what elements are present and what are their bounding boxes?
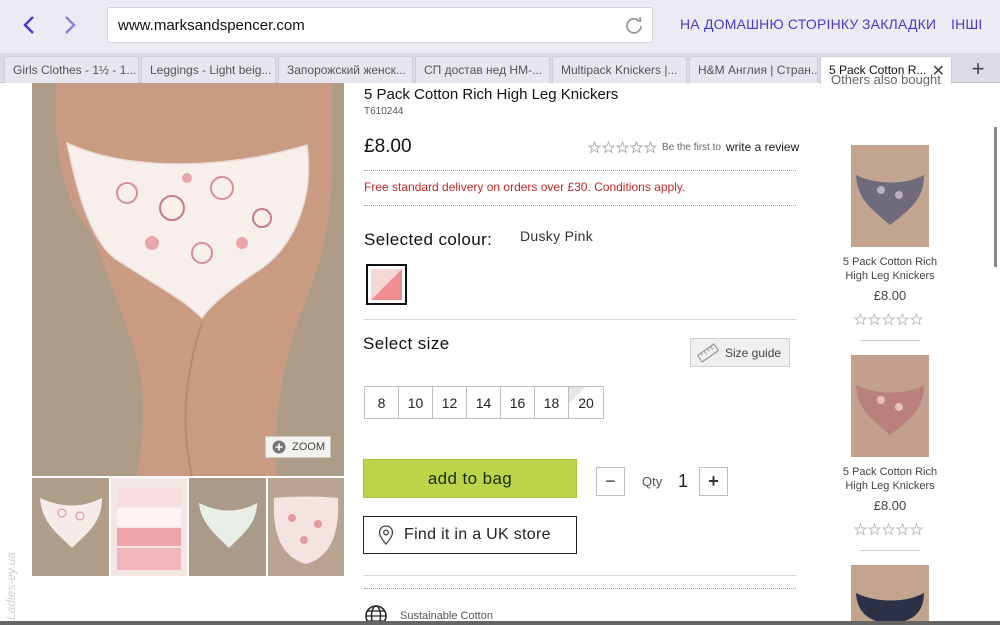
selected-colour-label: Selected colour: <box>364 230 493 249</box>
empty-stars-icon <box>838 313 942 326</box>
forward-button[interactable] <box>55 10 85 40</box>
product-photo <box>32 83 344 476</box>
delivery-notice[interactable]: Free standard delivery on orders over £3… <box>364 180 685 194</box>
divider <box>364 319 796 320</box>
tab-zaporozhsky[interactable]: Запорожский женск... <box>278 56 413 83</box>
bookmarks-link[interactable]: ЗАКЛАДКИ <box>862 16 936 32</box>
size-option-20[interactable]: 20 <box>569 387 603 418</box>
home-page-link[interactable]: НА ДОМАШНЮ СТОРІНКУ <box>680 16 859 32</box>
selected-colour-value: Dusky Pink <box>520 228 594 244</box>
thumbnail-1[interactable] <box>32 478 109 576</box>
tab-hm-england[interactable]: H&M Англия | Стран... <box>689 56 818 83</box>
divider <box>364 170 796 171</box>
size-option-12[interactable]: 12 <box>433 387 467 418</box>
recommended-product-name[interactable]: 5 Pack Cotton Rich High Leg Knickers <box>838 465 942 493</box>
also-bought-heading: Others also bought <box>831 72 941 86</box>
tab-label: Leggings - Light beig... <box>150 63 272 77</box>
find-in-store-button[interactable]: Find it in a UK store <box>363 516 577 554</box>
recommended-product-name[interactable]: 5 Pack Cotton Rich High Leg Knickers <box>838 255 942 283</box>
watermark: Ladies-ey.ua <box>4 552 18 620</box>
add-to-bag-button[interactable]: add to bag <box>363 459 577 498</box>
new-tab-button[interactable]: + <box>962 56 994 82</box>
ruler-icon <box>697 342 719 363</box>
tab-label: H&M Англия | Стран... <box>698 63 818 77</box>
thumbnail-3[interactable] <box>189 478 266 576</box>
location-pin-icon <box>378 525 394 545</box>
chevron-right-icon <box>65 16 76 34</box>
bottom-edge <box>0 621 1000 625</box>
tab-label: Запорожский женск... <box>287 63 406 77</box>
size-option-16[interactable]: 16 <box>501 387 535 418</box>
address-bar[interactable]: www.marksandspencer.com <box>107 7 653 43</box>
recommended-product-price: £8.00 <box>873 288 907 303</box>
size-guide-button[interactable]: Size guide <box>690 338 790 367</box>
reload-icon[interactable] <box>624 15 644 35</box>
qty-label: Qty <box>642 474 663 489</box>
recommended-product[interactable]: 5 Pack Cotton Rich High Leg Knickers £8.… <box>838 355 942 551</box>
tab-label: Multipack Knickers |... <box>561 63 678 77</box>
size-option-8[interactable]: 8 <box>365 387 399 418</box>
tab-multipack-knickers[interactable]: Multipack Knickers |... <box>552 56 687 83</box>
size-option-14[interactable]: 14 <box>467 387 501 418</box>
recommended-product-image[interactable] <box>851 145 929 247</box>
thumbnail-strip <box>32 478 344 576</box>
recommended-product-image[interactable] <box>851 565 929 623</box>
colour-swatch-dusky-pink[interactable] <box>366 264 407 305</box>
recommended-product-price: £8.00 <box>873 498 907 513</box>
thumbnail-4[interactable] <box>267 478 344 576</box>
chevron-left-icon <box>23 16 34 34</box>
swatch-fill <box>371 269 402 300</box>
recommended-product[interactable] <box>838 565 942 623</box>
browser-toolbar: www.marksandspencer.com НА ДОМАШНЮ СТОРІ… <box>0 0 1000 53</box>
zoom-plus-icon <box>272 440 286 454</box>
product-title: 5 Pack Cotton Rich High Leg Knickers <box>364 86 619 103</box>
size-guide-label: Size guide <box>725 345 782 360</box>
zoom-button[interactable]: ZOOM <box>265 436 331 458</box>
product-price: £8.00 <box>364 136 412 157</box>
qty-increase-button[interactable]: + <box>699 467 728 496</box>
product-sku: T610244 <box>364 106 404 117</box>
select-size-label: Select size <box>363 334 450 353</box>
recommended-product-image[interactable] <box>851 355 929 457</box>
product-main-image[interactable] <box>32 83 344 476</box>
recommended-product[interactable]: 5 Pack Cotton Rich High Leg Knickers £8.… <box>838 145 942 341</box>
plus-icon: + <box>708 471 719 491</box>
find-in-store-label: Find it in a UK store <box>404 526 551 543</box>
minus-icon: − <box>605 471 616 491</box>
scrollbar[interactable] <box>994 127 997 267</box>
rating-row: Be the first to write a review <box>588 140 799 154</box>
tab-label: СП достав нед HM-... <box>424 63 543 77</box>
empty-stars-icon <box>588 140 658 154</box>
size-option-10[interactable]: 10 <box>399 387 433 418</box>
other-link[interactable]: ІНШІ <box>951 16 983 32</box>
qty-value[interactable]: 1 <box>678 471 688 492</box>
tab-leggings[interactable]: Leggings - Light beig... <box>141 56 276 83</box>
qty-decrease-button[interactable]: − <box>596 467 625 496</box>
url-text: www.marksandspencer.com <box>118 17 305 34</box>
divider <box>860 550 920 551</box>
zoom-label: ZOOM <box>292 441 325 453</box>
size-option-18[interactable]: 18 <box>535 387 569 418</box>
tab-girls-clothes[interactable]: Girls Clothes - 1½ - 1... <box>4 56 139 83</box>
divider <box>364 205 796 206</box>
write-review-link[interactable]: write a review <box>726 140 799 154</box>
thumbnail-2[interactable] <box>110 478 187 576</box>
empty-stars-icon <box>838 523 942 536</box>
divider <box>364 588 796 589</box>
size-selector: 8 10 12 14 16 18 20 <box>364 386 604 419</box>
tab-sp-dostav[interactable]: СП достав нед HM-... <box>415 56 550 83</box>
review-prompt: Be the first to <box>662 141 721 153</box>
tab-label: Girls Clothes - 1½ - 1... <box>13 63 137 77</box>
back-button[interactable] <box>14 10 44 40</box>
divider <box>364 575 796 576</box>
plus-icon: + <box>971 56 985 81</box>
divider <box>860 340 920 341</box>
